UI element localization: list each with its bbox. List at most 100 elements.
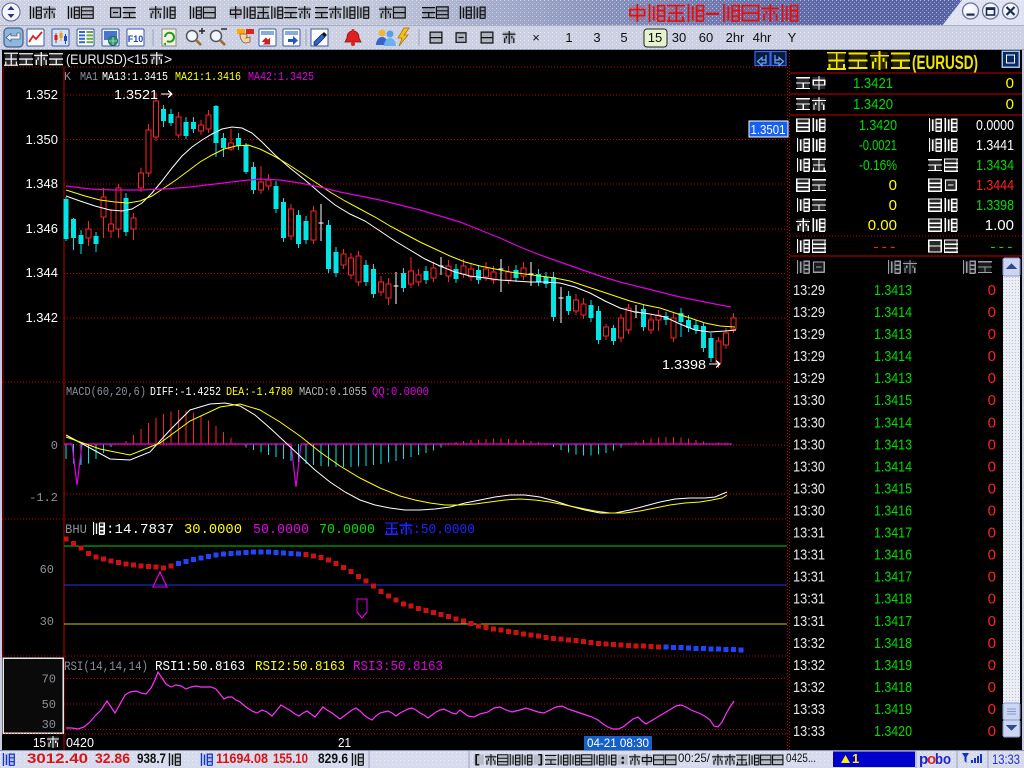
- svg-text:00:25/: 00:25/: [678, 751, 711, 765]
- svg-text:1.3417: 1.3417: [874, 569, 912, 586]
- svg-text:1.3441: 1.3441: [976, 137, 1014, 154]
- svg-text:1.3413: 1.3413: [874, 282, 912, 299]
- svg-text:1.3501: 1.3501: [751, 122, 786, 137]
- svg-text:0: 0: [889, 197, 897, 214]
- svg-text:5: 5: [620, 30, 627, 45]
- svg-text:1: 1: [565, 30, 572, 45]
- svg-text:13:30: 13:30: [793, 503, 825, 520]
- svg-text:0: 0: [988, 591, 996, 608]
- svg-text:13:31: 13:31: [793, 547, 825, 564]
- svg-text:1.346: 1.346: [25, 221, 58, 236]
- svg-text:60: 60: [40, 563, 54, 577]
- svg-text:30: 30: [40, 615, 54, 629]
- svg-text:1.3417: 1.3417: [874, 525, 912, 542]
- svg-text:0425...: 0425...: [786, 751, 816, 765]
- svg-text:0: 0: [988, 547, 996, 564]
- svg-text:0: 0: [988, 503, 996, 520]
- svg-text:0: 0: [988, 392, 996, 409]
- svg-text:13:31: 13:31: [793, 591, 825, 608]
- svg-text:829.6: 829.6: [318, 750, 348, 766]
- svg-text:13:29: 13:29: [793, 348, 825, 365]
- svg-text:13:30: 13:30: [793, 481, 825, 498]
- svg-text:---: ---: [989, 240, 1014, 256]
- svg-text:0: 0: [988, 481, 996, 498]
- svg-text:0: 0: [1006, 96, 1014, 113]
- svg-text:32.86: 32.86: [95, 750, 130, 766]
- svg-text:1.3419: 1.3419: [874, 701, 912, 718]
- svg-text:1.3414: 1.3414: [874, 458, 912, 475]
- svg-text:1.3415: 1.3415: [874, 392, 912, 409]
- svg-text:155.10: 155.10: [273, 750, 308, 766]
- svg-text:Y: Y: [788, 30, 797, 45]
- svg-text:13:30: 13:30: [793, 458, 825, 475]
- svg-text:-0.16%: -0.16%: [859, 157, 897, 174]
- svg-text:60: 60: [699, 30, 713, 45]
- svg-text:1.3416: 1.3416: [874, 503, 912, 520]
- svg-text:30: 30: [672, 30, 686, 45]
- svg-text:1.3414: 1.3414: [874, 414, 912, 431]
- svg-text:13:33: 13:33: [992, 751, 1020, 767]
- svg-text:1.348: 1.348: [25, 176, 58, 191]
- svg-text:0: 0: [988, 436, 996, 453]
- svg-text:1.344: 1.344: [25, 265, 58, 280]
- svg-text:938.7: 938.7: [137, 750, 166, 766]
- svg-text:F10: F10: [128, 34, 144, 44]
- svg-text:1.3419: 1.3419: [874, 657, 912, 674]
- svg-text:1.3444: 1.3444: [976, 177, 1014, 194]
- svg-text:1.3398: 1.3398: [976, 197, 1014, 214]
- svg-text:1.3413: 1.3413: [874, 370, 912, 387]
- svg-text:0: 0: [988, 635, 996, 652]
- svg-text:13:33: 13:33: [793, 723, 825, 740]
- svg-text:50: 50: [42, 698, 56, 712]
- svg-text:13:29: 13:29: [793, 304, 825, 321]
- svg-text:RSI2:50.8163: RSI2:50.8163: [255, 660, 345, 675]
- svg-text:1.3416: 1.3416: [874, 547, 912, 564]
- svg-text::14.7837: :14.7837: [106, 523, 174, 538]
- svg-text:70.0000: 70.0000: [319, 523, 375, 538]
- svg-text:15: 15: [33, 735, 46, 750]
- svg-text:RSI1:50.8163: RSI1:50.8163: [155, 660, 245, 675]
- svg-text:13:29: 13:29: [793, 282, 825, 299]
- svg-text:1.3418: 1.3418: [874, 591, 912, 608]
- svg-text:3: 3: [593, 30, 600, 45]
- svg-text:0.00: 0.00: [868, 217, 897, 234]
- svg-text:0: 0: [988, 326, 996, 343]
- svg-text:1.3417: 1.3417: [874, 613, 912, 630]
- svg-text:MA1: MA1: [80, 70, 98, 84]
- svg-text:0: 0: [988, 304, 996, 321]
- svg-text:1.350: 1.350: [25, 132, 58, 147]
- svg-text:1.3398: 1.3398: [662, 357, 706, 372]
- svg-text:DEA:-1.4780: DEA:-1.4780: [226, 385, 293, 399]
- svg-text:30.0000: 30.0000: [184, 523, 242, 538]
- svg-text:0: 0: [988, 414, 996, 431]
- svg-text:21: 21: [338, 735, 351, 750]
- svg-text:0: 0: [988, 525, 996, 542]
- svg-text:13:30: 13:30: [793, 436, 825, 453]
- svg-text:MA21:1.3416: MA21:1.3416: [175, 70, 241, 84]
- svg-text:MA13:1.3415: MA13:1.3415: [102, 70, 168, 84]
- svg-text:1.352: 1.352: [25, 87, 58, 102]
- svg-text:1.342: 1.342: [25, 310, 58, 325]
- svg-text:13:31: 13:31: [793, 613, 825, 630]
- svg-text:-1.2: -1.2: [29, 491, 58, 505]
- svg-text:70: 70: [42, 673, 56, 687]
- svg-text:0420: 0420: [66, 735, 94, 750]
- svg-text:1.3415: 1.3415: [874, 481, 912, 498]
- svg-text:RSI(14,14,14): RSI(14,14,14): [64, 660, 148, 674]
- svg-text:1.3413: 1.3413: [874, 326, 912, 343]
- svg-text:DIFF:-1.4252: DIFF:-1.4252: [150, 385, 221, 399]
- svg-text:13:31: 13:31: [793, 525, 825, 542]
- svg-text::50.0000: :50.0000: [413, 523, 475, 538]
- svg-text:1.3420: 1.3420: [859, 117, 897, 134]
- svg-text:0: 0: [988, 348, 996, 365]
- svg-text:bo: bo: [935, 751, 951, 768]
- svg-text:13:29: 13:29: [793, 326, 825, 343]
- svg-text:1.3421: 1.3421: [853, 75, 893, 92]
- svg-text:1.3420: 1.3420: [874, 723, 912, 740]
- svg-text:1.3434: 1.3434: [976, 157, 1014, 174]
- svg-text:13:33: 13:33: [793, 701, 825, 718]
- svg-text:13:30: 13:30: [793, 392, 825, 409]
- svg-text:0: 0: [1006, 75, 1014, 92]
- svg-text:50.0000: 50.0000: [253, 523, 309, 538]
- svg-text:0: 0: [988, 679, 996, 696]
